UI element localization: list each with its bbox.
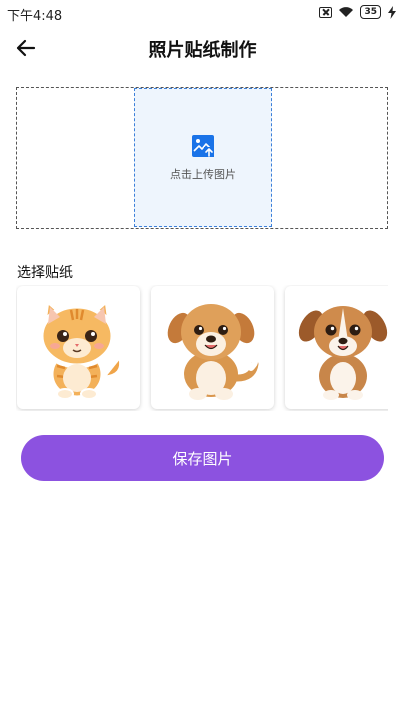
orange-cat-sticker-icon — [38, 297, 125, 401]
sticker-card-puppy-2[interactable] — [285, 286, 388, 409]
upload-image-button[interactable]: 点击上传图片 — [134, 88, 272, 227]
charging-icon — [388, 5, 396, 19]
puppy-sticker-icon — [298, 306, 388, 400]
app-header: 照片贴纸制作 — [0, 26, 405, 70]
battery-icon: 35 — [360, 5, 381, 19]
wifi-icon — [339, 7, 354, 17]
sticker-card-puppy-1[interactable] — [151, 286, 274, 409]
upload-label: 点击上传图片 — [170, 167, 236, 181]
sticker-card-cat[interactable] — [17, 286, 140, 409]
status-time: 下午4:48 — [7, 9, 63, 24]
image-upload-icon — [192, 134, 214, 157]
save-image-label: 保存图片 — [172, 449, 233, 468]
puppy-sticker-icon — [167, 304, 259, 400]
sim-off-icon — [319, 6, 333, 18]
battery-level: 35 — [364, 7, 377, 17]
save-image-button[interactable]: 保存图片 — [21, 435, 384, 481]
photo-canvas-area[interactable]: 点击上传图片 — [16, 87, 388, 229]
status-bar: 下午4:48 35 — [0, 0, 405, 26]
page-title: 照片贴纸制作 — [148, 40, 257, 61]
sticker-list[interactable] — [16, 285, 388, 411]
status-icons: 35 — [319, 5, 397, 19]
sticker-section-title: 选择贴纸 — [17, 265, 73, 281]
